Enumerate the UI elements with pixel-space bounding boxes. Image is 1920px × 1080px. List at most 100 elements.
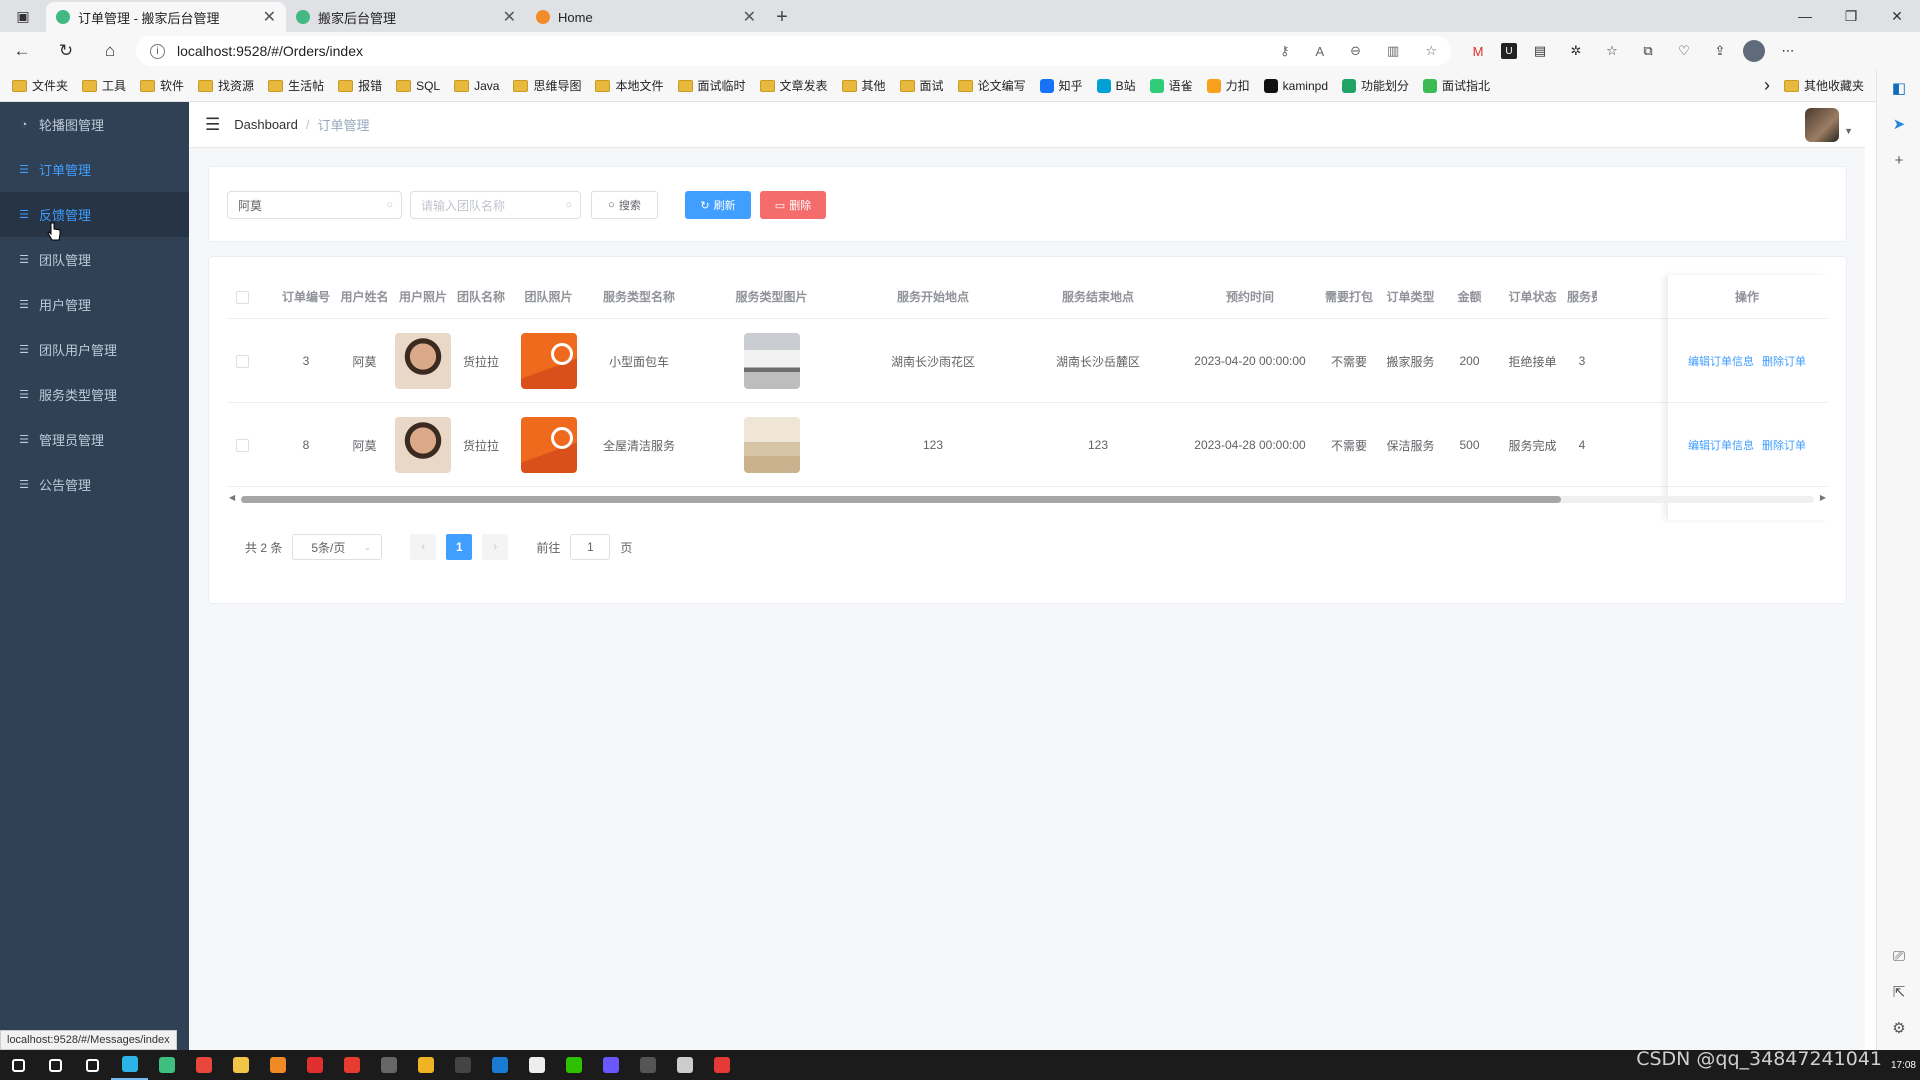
team-search-input[interactable]: 请输入团队名称 ○ [410,191,581,219]
bookmark-item[interactable]: 面试指北 [1423,77,1490,94]
minimize-icon[interactable]: — [1782,0,1828,32]
row-checkbox[interactable] [235,354,249,368]
bookmark-item[interactable]: 工具 [82,77,126,94]
recorder-taskbar-button[interactable] [703,1050,740,1080]
scroll-left-icon[interactable]: ◀ [229,493,235,502]
next-page-button[interactable]: › [482,534,509,560]
sidebar-item[interactable]: ☰ 用户管理 [0,282,189,327]
gmail-extension-icon[interactable]: M [1465,38,1491,64]
chrome-taskbar-button[interactable] [185,1050,222,1080]
favorites-icon[interactable]: ☆ [1599,38,1625,64]
more-icon[interactable]: ⋯ [1775,38,1801,64]
delete-button[interactable]: ▭ 删除 [760,191,826,219]
bookmark-item[interactable]: 思维导图 [513,77,581,94]
bookmark-item[interactable]: 文件夹 [12,77,68,94]
bookmark-item[interactable]: 面试临时 [677,77,746,94]
bookmark-item[interactable]: kaminpd [1263,78,1328,93]
add-icon[interactable]: + [1877,142,1920,178]
performance-icon[interactable]: ♡ [1671,38,1697,64]
bookmark-item[interactable]: SQL [396,79,440,93]
scroll-thumb[interactable] [241,496,1561,503]
bookmark-item[interactable]: 知乎 [1039,77,1083,94]
row-checkbox[interactable] [235,438,249,452]
sublime-taskbar-button[interactable] [259,1050,296,1080]
bookmark-item[interactable]: 文章发表 [759,77,828,94]
outlook-icon[interactable]: ◧ [1877,70,1920,106]
horizontal-scrollbar[interactable]: ◀ ▶ [227,493,1828,505]
hamburger-icon[interactable]: ☰ [205,115,220,135]
chevron-right-icon[interactable]: › [1764,75,1770,96]
search-taskbar-button[interactable] [37,1050,74,1080]
sidebar-item[interactable]: ☰ 公告管理 [0,462,189,507]
collections-icon[interactable]: ⧉ [1635,38,1661,64]
bookmark-item[interactable]: 功能划分 [1342,77,1409,94]
bookmark-item[interactable]: 生活帖 [268,77,324,94]
extension-icon[interactable]: ▤ [1527,38,1553,64]
restore-icon[interactable]: ❐ [1828,0,1874,32]
close-tab-icon[interactable]: ✕ [743,7,756,27]
typora-taskbar-button[interactable] [518,1050,555,1080]
favorite-add-icon[interactable]: ☆ [1425,43,1437,59]
page-number-current[interactable]: 1 [446,534,473,560]
bookmark-item[interactable]: 软件 [140,77,184,94]
other-favorites[interactable]: 其他收藏夹 [1783,77,1864,94]
bookmark-item[interactable]: 报错 [338,77,382,94]
explorer-taskbar-button[interactable] [222,1050,259,1080]
wps-taskbar-button[interactable] [333,1050,370,1080]
bookmark-item[interactable]: B站 [1096,77,1136,94]
idea-taskbar-button[interactable] [592,1050,629,1080]
sidebar-item[interactable]: ☰ 团队用户管理 [0,327,189,372]
bookmark-item[interactable]: 语雀 [1149,77,1193,94]
cmd-taskbar-button[interactable] [629,1050,666,1080]
browser-tab-1[interactable]: 订单管理 - 搬家后台管理 ✕ [46,2,286,32]
bookmark-item[interactable]: Java [454,79,499,93]
site-info-icon[interactable]: i [150,43,165,59]
calculator-taskbar-button[interactable] [444,1050,481,1080]
zoom-out-icon[interactable]: ⊖ [1350,43,1361,59]
settings-icon[interactable]: ⚙ [1877,1010,1920,1046]
user-avatar[interactable] [1805,108,1839,142]
sidebar-item[interactable]: ☰ 团队管理 [0,237,189,282]
browser-tab-3[interactable]: Home ✕ [526,2,766,32]
edge-taskbar-button[interactable] [111,1050,148,1080]
edge-dev-taskbar-button[interactable] [148,1050,185,1080]
refresh-button[interactable]: ↻ 刷新 [685,191,751,219]
close-window-icon[interactable]: ✕ [1874,0,1920,32]
windows-start-taskbar-button[interactable] [0,1050,37,1080]
sidebar-item[interactable]: ☰ 服务类型管理 [0,372,189,417]
colorful-app-taskbar-button[interactable] [407,1050,444,1080]
read-aloud-icon[interactable]: A [1315,44,1324,59]
task-view-taskbar-button[interactable] [74,1050,111,1080]
notepad-taskbar-button[interactable] [666,1050,703,1080]
url-text[interactable]: localhost:9528/#/Orders/index [177,43,1254,59]
close-tab-icon[interactable]: ✕ [503,7,516,27]
new-tab-button[interactable]: + [766,2,798,32]
sidebar-item[interactable]: ☰ 订单管理 [0,147,189,192]
back-icon[interactable]: ← [0,32,44,70]
caret-down-icon[interactable]: ▼ [1844,126,1853,136]
share-icon[interactable]: ⇪ [1707,38,1733,64]
bookmark-item[interactable]: 力扣 [1206,77,1250,94]
pycharm-taskbar-button[interactable] [481,1050,518,1080]
tab-actions-icon[interactable]: ▣ [0,0,46,32]
send-icon[interactable]: ➤ [1877,106,1920,142]
terminal-taskbar-button[interactable] [370,1050,407,1080]
screenshot-icon[interactable]: ⎚ [1877,938,1920,974]
select-all-checkbox[interactable] [235,290,249,304]
sidebar-item[interactable]: ☰ 管理员管理 [0,417,189,462]
bookmark-item[interactable]: 论文编写 [957,77,1026,94]
profile-avatar[interactable] [1743,40,1765,62]
extensions-icon[interactable]: ✲ [1563,38,1589,64]
external-icon[interactable]: ⇱ [1877,974,1920,1010]
reload-icon[interactable]: ↻ [44,32,88,70]
goto-page-input[interactable]: 1 [570,534,611,560]
search-button[interactable]: ○ 搜索 [591,191,658,219]
breadcrumb-home[interactable]: Dashboard [234,117,298,132]
sidebar-item[interactable]: ◔ 轮播图管理 [0,102,189,147]
netease-music-taskbar-button[interactable] [296,1050,333,1080]
username-search-input[interactable]: 阿莫 ○ [227,191,402,219]
split-screen-icon[interactable]: ▥ [1387,43,1399,59]
wechat-taskbar-button[interactable] [555,1050,592,1080]
ublock-extension-icon[interactable]: U [1501,43,1517,59]
bookmark-item[interactable]: 本地文件 [595,77,664,94]
